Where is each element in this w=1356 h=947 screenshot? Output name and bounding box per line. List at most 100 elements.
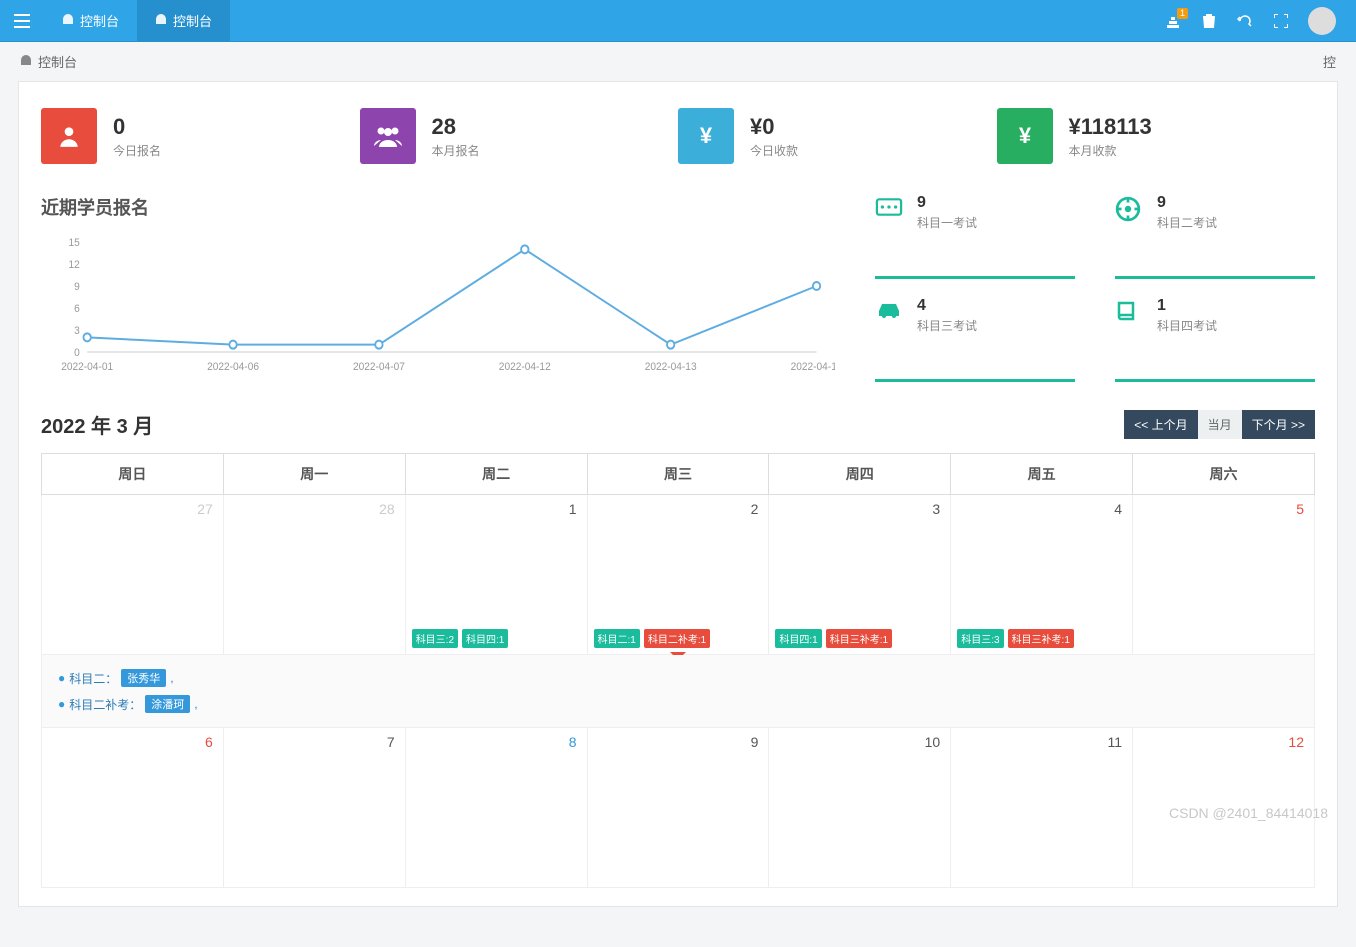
avatar[interactable] bbox=[1308, 7, 1336, 35]
svg-text:2022-04-12: 2022-04-12 bbox=[499, 361, 551, 373]
tab-console-1[interactable]: 控制台 bbox=[44, 0, 137, 41]
calendar-event[interactable]: 科目三补考:1 bbox=[1008, 629, 1074, 648]
line-chart: 036912152022-04-012022-04-062022-04-0720… bbox=[41, 232, 835, 382]
breadcrumb-label: 控制台 bbox=[38, 52, 77, 71]
exam-value: 4 bbox=[917, 297, 977, 315]
weekday-header: 周二 bbox=[405, 454, 587, 495]
day-number: 5 bbox=[1296, 501, 1304, 517]
trash-icon[interactable] bbox=[1200, 12, 1218, 30]
person-chip[interactable]: 涂潘珂 bbox=[145, 695, 190, 713]
current-month-button[interactable]: 当月 bbox=[1198, 410, 1242, 439]
exam-label: 科目二考试 bbox=[1157, 214, 1217, 231]
day-number: 27 bbox=[197, 501, 213, 517]
menu-toggle[interactable] bbox=[0, 0, 44, 41]
exam-label: 科目一考试 bbox=[917, 214, 977, 231]
calendar: 周日周一周二周三周四周五周六 27281科目三:2科目四:12科目二:1科目二补… bbox=[41, 453, 1315, 888]
chart-title: 近期学员报名 bbox=[41, 194, 835, 220]
stat-label: 本月收款 bbox=[1069, 142, 1152, 159]
tab-label: 控制台 bbox=[173, 11, 212, 30]
calendar-cell[interactable]: 27 bbox=[42, 495, 224, 655]
svg-text:9: 9 bbox=[74, 281, 80, 293]
weekday-header: 周四 bbox=[769, 454, 951, 495]
fullscreen-icon[interactable] bbox=[1272, 12, 1290, 30]
stat-value: 28 bbox=[432, 114, 480, 140]
exam-item[interactable]: 9 科目二考试 bbox=[1115, 194, 1315, 279]
exam-value: 1 bbox=[1157, 297, 1217, 315]
topbar-right: 1 bbox=[1164, 7, 1356, 35]
calendar-cell[interactable]: 10 bbox=[769, 728, 951, 888]
detail-line: ●科目二补考：涂潘珂, bbox=[58, 691, 1298, 717]
exam-grid: 9 科目一考试 9 科目二考试 4 科目三考试 1 科目四考试 bbox=[875, 194, 1315, 382]
day-number: 28 bbox=[379, 501, 395, 517]
calendar-cell[interactable]: 11 bbox=[951, 728, 1133, 888]
calendar-event[interactable]: 科目三补考:1 bbox=[826, 629, 892, 648]
stat-item: ¥ ¥118113 本月收款 bbox=[997, 100, 1316, 172]
day-number: 12 bbox=[1288, 734, 1304, 750]
day-number: 3 bbox=[932, 501, 940, 517]
next-month-button[interactable]: 下个月 >> bbox=[1242, 410, 1315, 439]
calendar-cell[interactable]: 1 科目三:2科目四:1 bbox=[405, 495, 587, 655]
calendar-cell[interactable]: 28 bbox=[223, 495, 405, 655]
day-number: 1 bbox=[569, 501, 577, 517]
stat-icon bbox=[360, 108, 416, 164]
dashboard-card: 0 今日报名 28 本月报名 ¥ ¥0 今日收款 ¥ ¥118113 本月收款 … bbox=[18, 81, 1338, 907]
dashboard-icon bbox=[155, 13, 167, 28]
calendar-event[interactable]: 科目二:1 bbox=[594, 629, 640, 648]
day-number: 10 bbox=[925, 734, 941, 750]
calendar-nav: << 上个月 当月 下个月 >> bbox=[1124, 410, 1315, 439]
day-number: 2 bbox=[751, 501, 759, 517]
calendar-event[interactable]: 科目二补考:1 bbox=[644, 629, 710, 648]
exam-icon bbox=[1115, 196, 1143, 220]
calendar-cell[interactable]: 6 bbox=[42, 728, 224, 888]
weekday-header: 周日 bbox=[42, 454, 224, 495]
weekday-header: 周一 bbox=[223, 454, 405, 495]
calendar-cell[interactable]: 9 bbox=[587, 728, 769, 888]
person-chip[interactable]: 张秀华 bbox=[121, 669, 166, 687]
detail-line: ●科目二：张秀华, bbox=[58, 665, 1298, 691]
svg-text:¥: ¥ bbox=[1018, 123, 1031, 148]
top-bar: 控制台 控制台 1 bbox=[0, 0, 1356, 42]
dashboard-icon bbox=[62, 13, 74, 28]
calendar-cell[interactable]: 2 科目二:1科目二补考:1 bbox=[587, 495, 769, 655]
prev-month-button[interactable]: << 上个月 bbox=[1124, 410, 1197, 439]
stat-value: ¥118113 bbox=[1069, 114, 1152, 140]
day-number: 6 bbox=[205, 734, 213, 750]
notif-badge: 1 bbox=[1177, 8, 1188, 19]
exam-item[interactable]: 9 科目一考试 bbox=[875, 194, 1075, 279]
calendar-cell[interactable]: 5 bbox=[1133, 495, 1315, 655]
refresh-icon[interactable] bbox=[1236, 12, 1254, 30]
weekday-header: 周三 bbox=[587, 454, 769, 495]
notifications-icon[interactable]: 1 bbox=[1164, 12, 1182, 30]
calendar-title: 2022 年 3 月 bbox=[41, 410, 153, 439]
breadcrumb: 控制台 控 bbox=[0, 42, 1356, 81]
svg-text:3: 3 bbox=[74, 325, 80, 337]
svg-text:2022-04-01: 2022-04-01 bbox=[61, 361, 113, 373]
svg-text:15: 15 bbox=[68, 237, 79, 249]
dashboard-icon bbox=[20, 54, 32, 69]
weekday-header: 周五 bbox=[951, 454, 1133, 495]
exam-icon bbox=[875, 196, 903, 220]
calendar-cell[interactable]: 3 科目四:1 科目三补考:1 bbox=[769, 495, 951, 655]
calendar-event[interactable]: 科目三:3 bbox=[957, 629, 1003, 648]
exam-item[interactable]: 4 科目三考试 bbox=[875, 297, 1075, 382]
bars-icon bbox=[14, 14, 30, 28]
calendar-event[interactable]: 科目四:1 bbox=[775, 629, 821, 648]
calendar-cell[interactable]: 12 bbox=[1133, 728, 1315, 888]
calendar-event[interactable]: 科目四:1 bbox=[462, 629, 508, 648]
svg-text:6: 6 bbox=[74, 303, 80, 315]
calendar-cell[interactable]: 4科目三:3科目三补考:1 bbox=[951, 495, 1133, 655]
exam-icon bbox=[1115, 299, 1143, 323]
calendar-event[interactable]: 科目三:2 bbox=[412, 629, 458, 648]
chart-section: 近期学员报名 036912152022-04-012022-04-062022-… bbox=[41, 194, 835, 382]
exam-item[interactable]: 1 科目四考试 bbox=[1115, 297, 1315, 382]
svg-text:12: 12 bbox=[68, 259, 79, 271]
exam-label: 科目三考试 bbox=[917, 317, 977, 334]
event-detail-panel: ●科目二：张秀华,●科目二补考：涂潘珂, bbox=[42, 655, 1315, 728]
day-number: 7 bbox=[387, 734, 395, 750]
weekday-header: 周六 bbox=[1133, 454, 1315, 495]
stat-value: ¥0 bbox=[750, 114, 798, 140]
svg-text:0: 0 bbox=[74, 347, 80, 359]
calendar-cell[interactable]: 7 bbox=[223, 728, 405, 888]
calendar-cell[interactable]: 8 bbox=[405, 728, 587, 888]
tab-console-2[interactable]: 控制台 bbox=[137, 0, 230, 41]
